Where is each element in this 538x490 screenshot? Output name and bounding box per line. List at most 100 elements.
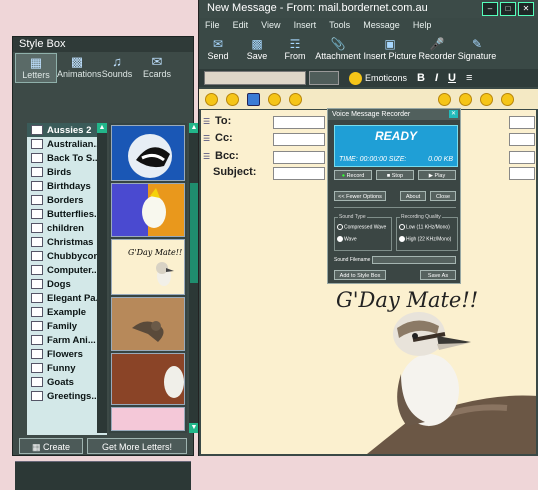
- tab-letters[interactable]: ▦ Letters: [15, 53, 57, 83]
- font-size-select[interactable]: [309, 71, 339, 85]
- category-list-item[interactable]: Birthdays: [27, 179, 107, 193]
- cc-field[interactable]: [273, 133, 325, 146]
- category-list-item[interactable]: Greetings...: [27, 389, 107, 403]
- stop-button[interactable]: ■ Stop: [376, 170, 414, 180]
- tab-ecards[interactable]: ✉ Ecards: [137, 53, 177, 83]
- maximize-icon[interactable]: □: [500, 2, 516, 16]
- subject-field[interactable]: [273, 167, 325, 180]
- emoticon-smile-icon[interactable]: [205, 92, 218, 106]
- menu-tools[interactable]: Tools: [323, 18, 354, 30]
- quality-high-option[interactable]: High (22 KHz/Mono): [399, 236, 451, 242]
- category-list-item[interactable]: Family: [27, 319, 107, 333]
- sound-type-wave-option[interactable]: Wave: [337, 236, 357, 242]
- category-list-item[interactable]: Aussies 2: [27, 123, 107, 137]
- create-button[interactable]: ▦ Create: [19, 438, 83, 454]
- category-list-item[interactable]: Back To S...: [27, 151, 107, 165]
- close-icon[interactable]: ✕: [518, 2, 534, 16]
- subject-field-right[interactable]: [509, 167, 535, 180]
- category-list-item[interactable]: Example: [27, 305, 107, 319]
- category-list-item[interactable]: Chubbycons: [27, 249, 107, 263]
- from-button[interactable]: ☶ From: [277, 36, 313, 62]
- category-list-item[interactable]: Butterflies...: [27, 207, 107, 221]
- get-more-letters-button[interactable]: Get More Letters!: [87, 438, 187, 454]
- address-book-icon[interactable]: ☰: [203, 152, 210, 161]
- fewer-options-button[interactable]: << Fewer Options: [334, 191, 386, 201]
- to-field[interactable]: [273, 116, 325, 129]
- emoticon-happy-icon[interactable]: [501, 92, 514, 106]
- bold-button[interactable]: B: [417, 72, 425, 84]
- category-list-item[interactable]: Goats: [27, 375, 107, 389]
- record-button[interactable]: ● Record: [334, 170, 372, 180]
- menu-message[interactable]: Message: [357, 18, 404, 30]
- minimize-icon[interactable]: –: [482, 2, 498, 16]
- italic-button[interactable]: I: [435, 72, 438, 84]
- thumbnail-gday-mate[interactable]: G'Day Mate!!: [111, 239, 185, 295]
- underline-button[interactable]: U: [448, 72, 456, 84]
- cc-field-right[interactable]: [509, 133, 535, 146]
- signature-button[interactable]: ✎ Signature: [457, 36, 497, 62]
- sound-type-compressed-option[interactable]: Compressed Wave: [337, 224, 386, 230]
- emoticon-laugh-icon[interactable]: [226, 92, 239, 106]
- thumbnail-magpie[interactable]: [111, 125, 185, 181]
- emoticon-wave-icon[interactable]: [268, 92, 281, 106]
- bcc-field[interactable]: [273, 151, 325, 164]
- font-select[interactable]: [204, 71, 306, 85]
- category-list-item[interactable]: children: [27, 221, 107, 235]
- insert-picture-button[interactable]: ▣ Insert Picture: [363, 36, 417, 62]
- category-list-item[interactable]: Australian...: [27, 137, 107, 151]
- thumbnail-lizard[interactable]: [111, 297, 185, 351]
- close-button[interactable]: Close: [430, 191, 456, 201]
- stop-icon: ■: [386, 173, 391, 179]
- category-list-item[interactable]: Christmas: [27, 235, 107, 249]
- thumbnail-owl[interactable]: [111, 353, 185, 405]
- tab-animations[interactable]: ▩ Animations: [57, 53, 102, 83]
- folder-icon: [31, 265, 43, 275]
- category-list-item[interactable]: Borders: [27, 193, 107, 207]
- play-button[interactable]: ▶ Play: [418, 170, 456, 180]
- recorder-button[interactable]: 🎤 Recorder: [417, 36, 457, 62]
- address-book-icon[interactable]: ☰: [203, 117, 210, 126]
- quality-low-option[interactable]: Low (11 KHz/Mono): [399, 224, 450, 230]
- sound-filename-label: Sound Filename: [334, 257, 371, 263]
- thumbnail-pink[interactable]: [111, 407, 185, 431]
- sounds-icon: ♫: [112, 54, 122, 69]
- menu-file[interactable]: File: [199, 18, 224, 30]
- scroll-up-icon[interactable]: ▲: [97, 123, 107, 133]
- category-list-item[interactable]: Computer...: [27, 263, 107, 277]
- scroll-thumb[interactable]: [190, 183, 198, 283]
- emoticon-wink-icon[interactable]: [459, 92, 472, 106]
- menu-insert[interactable]: Insert: [288, 18, 321, 30]
- menu-view[interactable]: View: [255, 18, 284, 30]
- tab-sounds[interactable]: ♫ Sounds: [97, 53, 137, 83]
- emoticon-grin-icon[interactable]: [289, 92, 302, 106]
- add-to-style-box-button[interactable]: Add to Style Box: [334, 270, 386, 280]
- menu-help[interactable]: Help: [407, 18, 436, 30]
- category-list-item[interactable]: Elegant Pa...: [27, 291, 107, 305]
- menu-edit[interactable]: Edit: [227, 18, 253, 30]
- bcc-field-right[interactable]: [509, 151, 535, 164]
- emoticon-camera-icon[interactable]: [247, 92, 260, 106]
- close-icon[interactable]: ✕: [449, 110, 458, 118]
- save-as-button[interactable]: Save As: [420, 270, 456, 280]
- category-list-scrollbar[interactable]: ▲: [97, 123, 107, 433]
- address-book-icon[interactable]: ☰: [203, 134, 210, 143]
- emoticon-thumbs-icon[interactable]: [480, 92, 493, 106]
- category-list-item[interactable]: Farm Ani...: [27, 333, 107, 347]
- bullet-list-icon[interactable]: ≡: [466, 72, 472, 84]
- send-button[interactable]: ✉ Send: [199, 36, 237, 62]
- category-list-item[interactable]: Birds: [27, 165, 107, 179]
- style-box-tabs: ▦ Letters ▩ Animations ♫ Sounds ✉ Ecards: [15, 53, 191, 83]
- emoticon-sad-icon[interactable]: [438, 92, 451, 106]
- attachment-button[interactable]: 📎 Attachment: [313, 36, 363, 62]
- emoticons-button[interactable]: Emoticons: [365, 73, 407, 83]
- category-list-item[interactable]: Flowers: [27, 347, 107, 361]
- category-list-item[interactable]: Dogs: [27, 277, 107, 291]
- to-field-right[interactable]: [509, 116, 535, 129]
- category-list-item[interactable]: Funny: [27, 361, 107, 375]
- thumbnail-cockatoo[interactable]: [111, 183, 185, 237]
- folder-icon: [31, 363, 43, 373]
- save-button[interactable]: ▩ Save: [237, 36, 277, 62]
- category-list: Aussies 2 Australian... Back To S... Birds B…: [27, 123, 107, 435]
- sound-filename-field[interactable]: [372, 256, 456, 264]
- about-button[interactable]: About: [400, 191, 426, 201]
